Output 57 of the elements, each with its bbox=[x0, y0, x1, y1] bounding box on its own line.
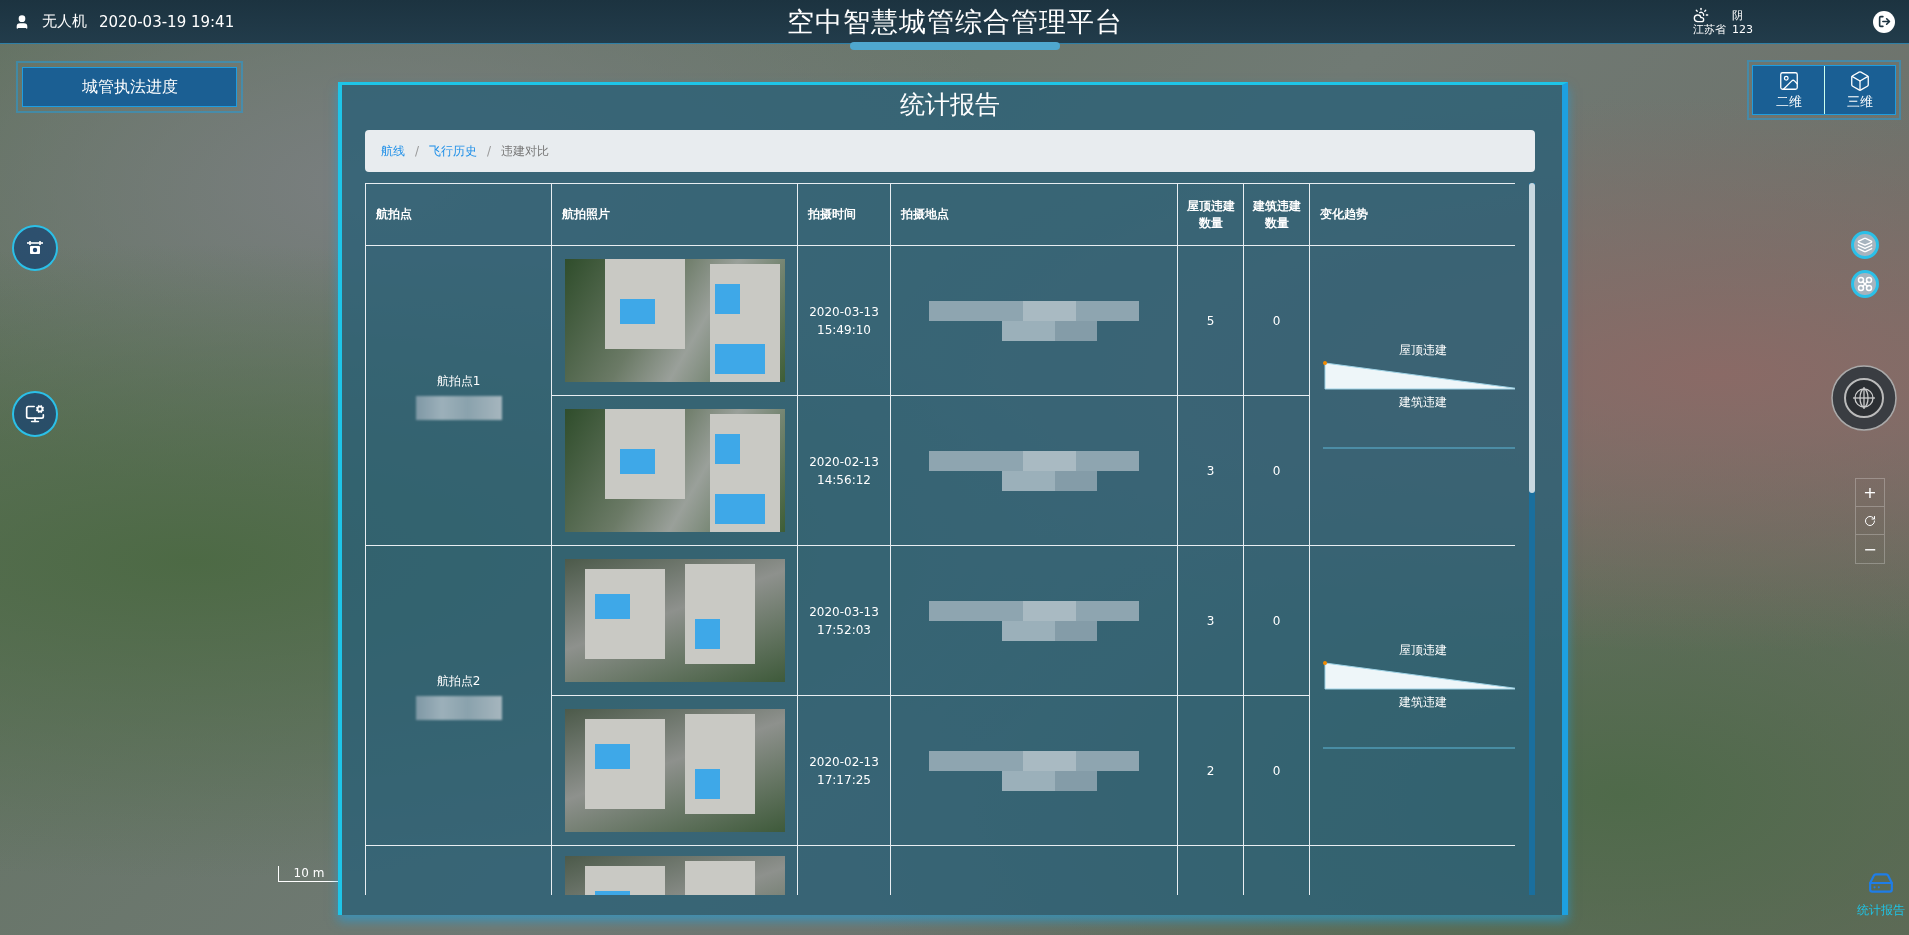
breadcrumb-separator: / bbox=[415, 144, 420, 158]
zoom-in-button[interactable]: + bbox=[1856, 479, 1884, 507]
column-header: 航拍照片 bbox=[551, 183, 798, 246]
table-cell: 2020-03-13 15:49:10 bbox=[797, 245, 891, 396]
datetime-text: 2020-03-19 19:41 bbox=[99, 12, 235, 31]
drone-toggle-button[interactable] bbox=[1851, 270, 1879, 298]
column-header: 拍摄时间 bbox=[797, 183, 891, 246]
view-mode-button[interactable]: 三维 bbox=[1824, 66, 1895, 114]
table-cell: 2 bbox=[1177, 695, 1244, 846]
compass-control[interactable] bbox=[1831, 365, 1897, 431]
weather-icon bbox=[1693, 7, 1709, 23]
scrollbar-thumb[interactable] bbox=[1529, 183, 1536, 493]
zoom-out-button[interactable]: − bbox=[1856, 535, 1884, 563]
column-header: 航拍点 bbox=[365, 183, 552, 246]
view-mode-button[interactable]: 二维 bbox=[1753, 66, 1824, 114]
table-cell: 2020-02-13 17:17:25 bbox=[797, 695, 891, 846]
layers-icon bbox=[1857, 237, 1873, 253]
chart-label: 建筑违建 bbox=[1397, 693, 1448, 711]
table-cell: 2020-03-13 17:52:03 bbox=[797, 545, 891, 696]
waypoint-name: 航拍点2 bbox=[436, 673, 481, 688]
propeller-icon bbox=[1857, 276, 1873, 292]
table-cell: 3 bbox=[1177, 545, 1244, 696]
breadcrumb-link[interactable]: 航线 bbox=[381, 142, 405, 160]
drone-button[interactable] bbox=[12, 225, 58, 271]
logout-icon bbox=[1877, 15, 1891, 28]
user-label: 无人机 bbox=[42, 12, 87, 31]
chart-label: 屋顶违建 bbox=[1397, 641, 1448, 659]
table-cell: 5 bbox=[1177, 245, 1244, 396]
chart-label: 屋顶违建 bbox=[1397, 341, 1448, 359]
table-cell: 0 bbox=[1243, 545, 1310, 696]
logout-button[interactable] bbox=[1873, 10, 1895, 33]
column-header: 建筑违建数量 bbox=[1243, 183, 1310, 246]
drone-camera-icon bbox=[25, 239, 45, 257]
table-cell: 2020-02-13 14:56:12 bbox=[797, 395, 891, 546]
drive-icon bbox=[1868, 870, 1894, 896]
user-icon bbox=[14, 13, 30, 30]
weather-value: 123 bbox=[1732, 23, 1753, 36]
monitor-gear-icon bbox=[25, 404, 45, 424]
app-title: 空中智慧城管综合管理平台 bbox=[746, 3, 1163, 40]
map-image-icon bbox=[1777, 69, 1800, 92]
waypoint-name: 航拍点1 bbox=[436, 373, 481, 388]
dialog-title: 统计报告 bbox=[899, 89, 1001, 121]
cube-icon bbox=[1849, 69, 1871, 92]
column-header: 拍摄地点 bbox=[890, 183, 1178, 246]
breadcrumb-link[interactable]: 违建对比 bbox=[501, 142, 550, 160]
table-cell: 3 bbox=[1177, 395, 1244, 546]
monitor-settings-button[interactable] bbox=[12, 391, 58, 437]
report-button[interactable]: 统计报告 bbox=[1857, 870, 1905, 919]
breadcrumb-separator: / bbox=[487, 144, 492, 158]
province-label: 江苏省 bbox=[1693, 23, 1726, 36]
column-header: 屋顶违建数量 bbox=[1177, 183, 1244, 246]
breadcrumb-link[interactable]: 飞行历史 bbox=[429, 142, 478, 160]
table-cell: 0 bbox=[1243, 245, 1310, 396]
layers-button[interactable] bbox=[1851, 231, 1879, 259]
chart-label: 建筑违建 bbox=[1397, 393, 1448, 411]
rotate-icon bbox=[1864, 514, 1876, 527]
weather-condition: 阴 bbox=[1732, 8, 1744, 22]
